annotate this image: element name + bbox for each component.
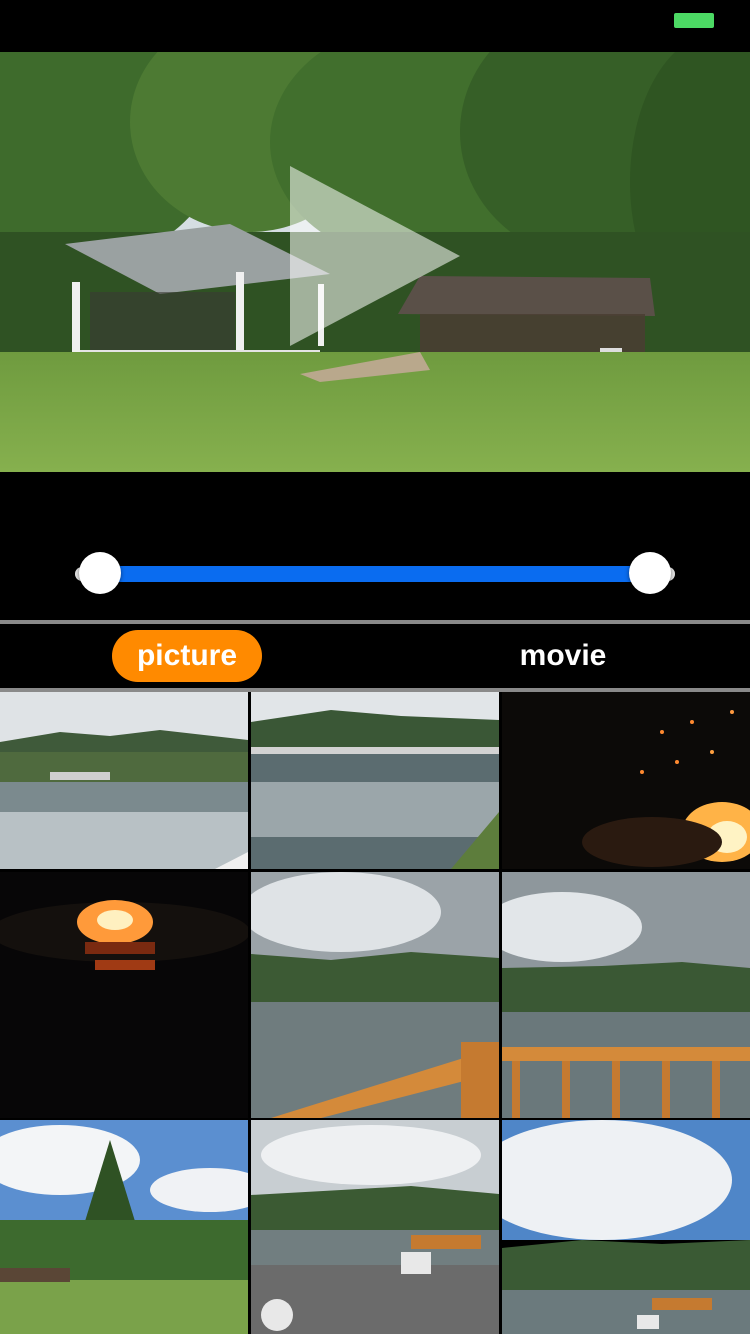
video-preview[interactable]	[0, 52, 750, 472]
play-icon[interactable]	[290, 166, 460, 346]
thumbnail-lake-deck-cloudy[interactable]	[251, 872, 499, 1118]
trim-selected-range	[100, 566, 650, 582]
photo-thumbnail	[0, 1120, 248, 1334]
tab-movie[interactable]: movie	[488, 630, 638, 682]
tab-picture[interactable]: picture	[112, 630, 262, 682]
photo-thumbnail	[502, 692, 750, 869]
photo-thumbnail	[251, 872, 499, 1118]
thumbnail-campfire-sparks[interactable]	[502, 692, 750, 869]
photo-thumbnail	[251, 692, 499, 869]
thumbnail-lake-reflection[interactable]	[0, 692, 248, 869]
trim-start-handle[interactable]	[79, 552, 121, 594]
status-bar	[0, 0, 750, 52]
thumbnail-lake-deck-cloudy[interactable]	[502, 872, 750, 1118]
photo-thumbnail	[0, 872, 248, 1118]
thumbnail-lake-reflection[interactable]	[251, 692, 499, 869]
photo-thumbnail	[0, 692, 248, 869]
photo-thumbnail	[251, 1120, 499, 1334]
thumbnail-grid	[0, 692, 750, 1334]
thumbnail-lake-parking[interactable]	[251, 1120, 499, 1334]
battery-icon	[674, 13, 714, 28]
thumbnail-campfire-night[interactable]	[0, 872, 248, 1118]
thumbnail-lake-dock[interactable]	[502, 1120, 750, 1334]
thumbnail-forest-meadow[interactable]	[0, 1120, 248, 1334]
trim-end-handle[interactable]	[629, 552, 671, 594]
photo-thumbnail	[502, 1120, 750, 1334]
photo-thumbnail	[502, 872, 750, 1118]
trim-slider[interactable]	[0, 472, 750, 620]
media-type-tabs: picture movie	[0, 624, 750, 688]
